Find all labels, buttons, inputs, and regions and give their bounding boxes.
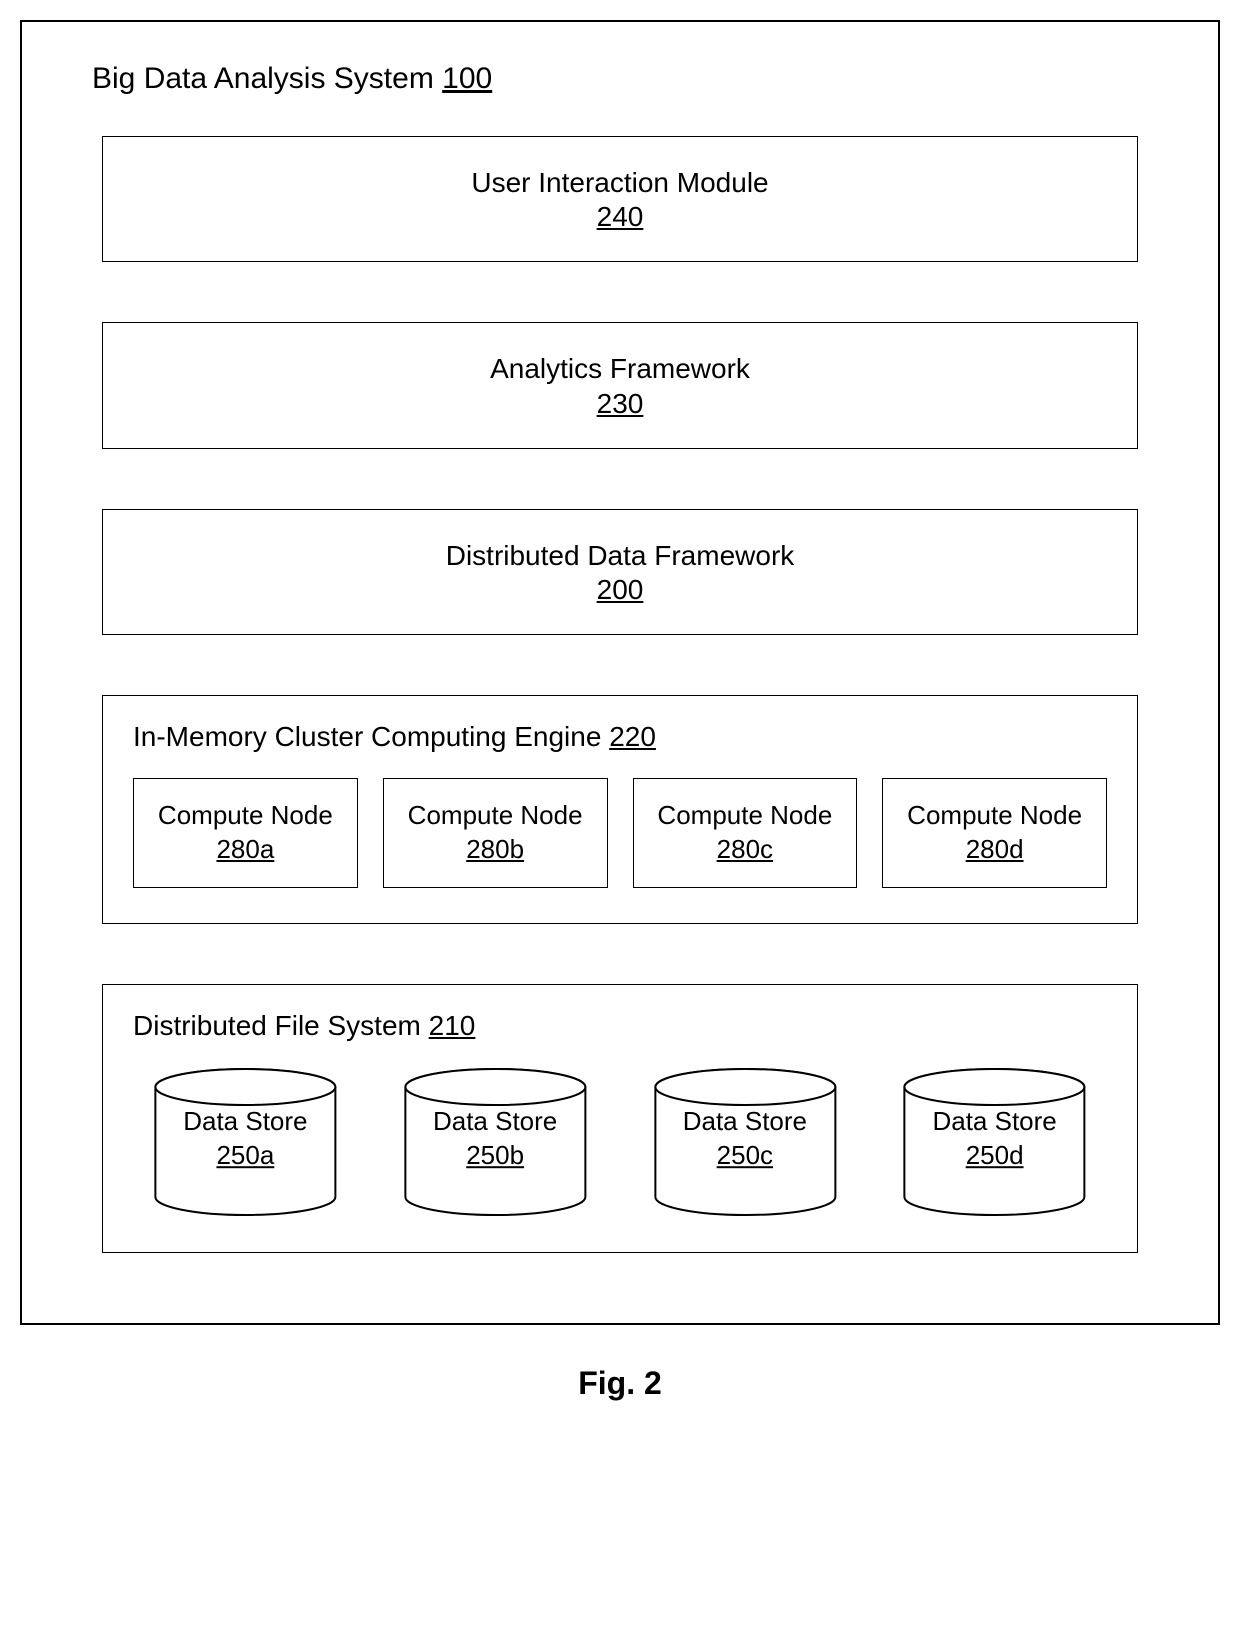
cluster-title-ref: 220 — [609, 721, 656, 752]
node-ref: 280a — [144, 833, 347, 867]
layer-ref: 240 — [123, 201, 1117, 233]
data-store-cylinder: Data Store 250a — [133, 1067, 358, 1217]
data-store-text: Data Store 250b — [383, 1105, 608, 1173]
system-title-ref: 100 — [442, 62, 492, 95]
data-store-cylinder: Data Store 250b — [383, 1067, 608, 1217]
data-store-text: Data Store 250d — [882, 1105, 1107, 1173]
store-ref: 250c — [633, 1139, 858, 1173]
system-title-text: Big Data Analysis System — [92, 62, 434, 95]
compute-node: Compute Node 280d — [882, 778, 1107, 888]
node-label: Compute Node — [893, 799, 1096, 833]
layer-distributed-data-framework: Distributed Data Framework 200 — [102, 509, 1138, 635]
node-ref: 280b — [394, 833, 597, 867]
layer-label: User Interaction Module — [123, 165, 1117, 201]
data-store-text: Data Store 250a — [133, 1105, 358, 1173]
store-label: Data Store — [633, 1105, 858, 1139]
compute-nodes-row: Compute Node 280a Compute Node 280b Comp… — [133, 778, 1107, 888]
cluster-title-text: In-Memory Cluster Computing Engine — [133, 721, 601, 752]
fs-title: Distributed File System 210 — [133, 1010, 1107, 1042]
layer-ref: 230 — [123, 388, 1117, 420]
store-ref: 250d — [882, 1139, 1107, 1173]
system-container: Big Data Analysis System 100 User Intera… — [20, 20, 1220, 1325]
data-store-cylinder: Data Store 250d — [882, 1067, 1107, 1217]
node-ref: 280d — [893, 833, 1096, 867]
store-ref: 250a — [133, 1139, 358, 1173]
cluster-engine: In-Memory Cluster Computing Engine 220 C… — [102, 695, 1138, 924]
data-store-text: Data Store 250c — [633, 1105, 858, 1173]
layer-label: Distributed Data Framework — [123, 538, 1117, 574]
layer-label: Analytics Framework — [123, 351, 1117, 387]
node-label: Compute Node — [144, 799, 347, 833]
compute-node: Compute Node 280b — [383, 778, 608, 888]
compute-node: Compute Node 280c — [633, 778, 858, 888]
node-label: Compute Node — [394, 799, 597, 833]
data-stores-row: Data Store 250a Data Store 250b — [133, 1067, 1107, 1217]
store-label: Data Store — [882, 1105, 1107, 1139]
data-store-cylinder: Data Store 250c — [633, 1067, 858, 1217]
store-label: Data Store — [383, 1105, 608, 1139]
layer-user-interaction: User Interaction Module 240 — [102, 136, 1138, 262]
system-title: Big Data Analysis System 100 — [72, 62, 1168, 96]
compute-node: Compute Node 280a — [133, 778, 358, 888]
figure-caption: Fig. 2 — [578, 1365, 662, 1402]
fs-title-text: Distributed File System — [133, 1010, 421, 1041]
layer-analytics-framework: Analytics Framework 230 — [102, 322, 1138, 448]
distributed-file-system: Distributed File System 210 Data Store 2… — [102, 984, 1138, 1253]
store-label: Data Store — [133, 1105, 358, 1139]
node-label: Compute Node — [644, 799, 847, 833]
cluster-title: In-Memory Cluster Computing Engine 220 — [133, 721, 1107, 753]
layer-ref: 200 — [123, 574, 1117, 606]
fs-title-ref: 210 — [429, 1010, 476, 1041]
store-ref: 250b — [383, 1139, 608, 1173]
node-ref: 280c — [644, 833, 847, 867]
